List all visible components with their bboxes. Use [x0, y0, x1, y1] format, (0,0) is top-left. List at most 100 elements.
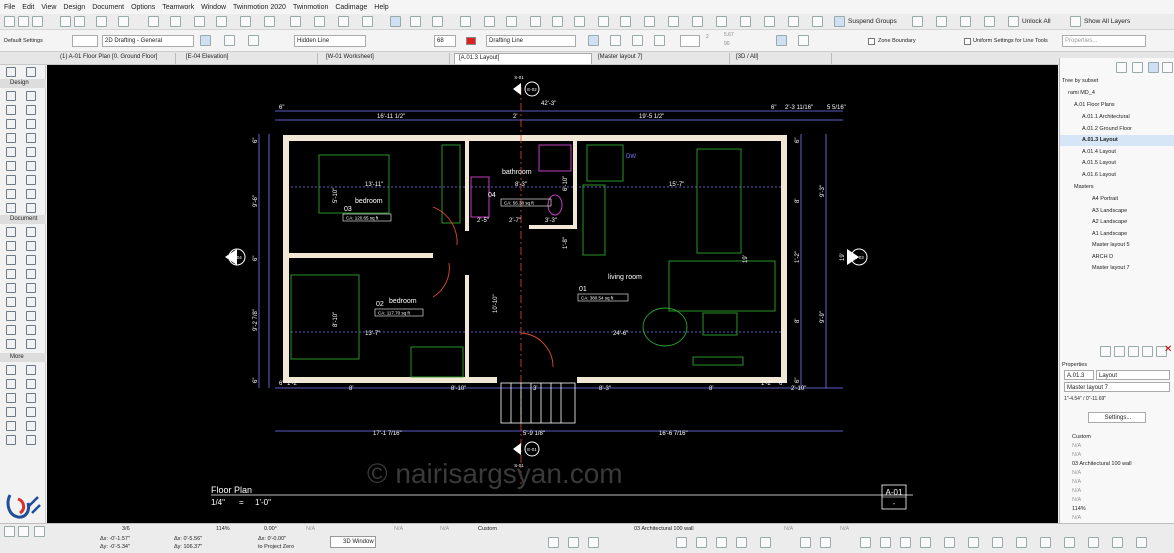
document-tool-icon-9[interactable]: [26, 283, 36, 293]
tree-master-1[interactable]: A3 Landscape: [1060, 206, 1174, 217]
status-tool-icon-0[interactable]: [548, 537, 559, 548]
more-tool-icon-4[interactable]: [6, 393, 16, 403]
tree-project[interactable]: rami MD_4: [1060, 88, 1174, 99]
layer-icon[interactable]: [170, 16, 181, 27]
folder-icon[interactable]: [1132, 62, 1143, 73]
document-tool-icon-17[interactable]: [26, 339, 36, 349]
show-all-layers-button[interactable]: Show All Layers: [1084, 18, 1130, 25]
more-tool-icon-3[interactable]: [26, 379, 36, 389]
tree-masters[interactable]: Masters: [1060, 182, 1174, 193]
status-tool-icon-3[interactable]: [676, 537, 687, 548]
design-tool-icon-13[interactable]: [26, 175, 36, 185]
tree-master-2[interactable]: A2 Landscape: [1060, 217, 1174, 228]
align-icon[interactable]: [460, 16, 471, 27]
tree-layout-1[interactable]: A.01.2 Ground Floor: [1060, 124, 1174, 135]
menu-item-10[interactable]: Cadimage: [335, 4, 367, 11]
design-tool-icon-10[interactable]: [6, 161, 16, 171]
slab-icon[interactable]: [788, 16, 799, 27]
offset-icon[interactable]: [314, 16, 325, 27]
status-tool-icon-17[interactable]: [1016, 537, 1027, 548]
design-tool-icon-0[interactable]: [6, 91, 16, 101]
more-tool-icon-7[interactable]: [26, 407, 36, 417]
design-tool-icon-8[interactable]: [6, 147, 16, 157]
document-tool-icon-4[interactable]: [6, 255, 16, 265]
design-tool-icon-12[interactable]: [6, 175, 16, 185]
design-tool-icon-16[interactable]: [6, 203, 16, 213]
beam-icon[interactable]: [764, 16, 775, 27]
status-tool-icon-22[interactable]: [1136, 537, 1147, 548]
layer-combo-icon[interactable]: [644, 16, 655, 27]
status-tool-icon-18[interactable]: [1040, 537, 1051, 548]
wall-icon[interactable]: [716, 16, 727, 27]
more-tool-icon-0[interactable]: [6, 365, 16, 375]
tree-master-4[interactable]: Master layout 5: [1060, 240, 1174, 251]
status-tool-icon-1[interactable]: [568, 537, 579, 548]
sun-icon[interactable]: [620, 16, 631, 27]
menu-item-5[interactable]: Options: [131, 4, 155, 11]
pen-color-swatch[interactable]: [466, 37, 476, 45]
lock-icon[interactable]: [984, 16, 995, 27]
design-tool-icon-6[interactable]: [6, 133, 16, 143]
master-select[interactable]: Master layout 7: [1064, 382, 1170, 392]
new-layout-icon[interactable]: [1100, 346, 1111, 357]
single-line-icon[interactable]: [588, 35, 599, 46]
hide-icon[interactable]: [960, 16, 971, 27]
zone-boundary-checkbox[interactable]: [868, 38, 875, 45]
status-tool-icon-15[interactable]: [968, 537, 979, 548]
status-tool-icon-8[interactable]: [800, 537, 811, 548]
tree-layout-5[interactable]: A.01.6 Layout: [1060, 170, 1174, 181]
layers-icon[interactable]: [1070, 16, 1081, 27]
marquee-tool-icon[interactable]: [26, 67, 36, 77]
menu-item-8[interactable]: Twinmotion 2020: [233, 4, 286, 11]
more-tool-icon-6[interactable]: [6, 407, 16, 417]
publisher-icon[interactable]: [1162, 62, 1173, 73]
line-category-select[interactable]: Drafting Line: [486, 35, 576, 47]
mirror-icon[interactable]: [338, 16, 349, 27]
settings-button[interactable]: Settings...: [1088, 412, 1146, 423]
status-tool-icon-6[interactable]: [736, 537, 747, 548]
tree-layout-3[interactable]: A.01.4 Layout: [1060, 147, 1174, 158]
document-tool-icon-3[interactable]: [26, 241, 36, 251]
document-tool-icon-11[interactable]: [26, 297, 36, 307]
rotate-icon[interactable]: [362, 16, 373, 27]
document-tool-icon-0[interactable]: [6, 227, 16, 237]
menu-item-7[interactable]: Window: [201, 4, 226, 11]
pick-up-icon[interactable]: [32, 16, 43, 27]
tree-master-3[interactable]: A1 Landscape: [1060, 229, 1174, 240]
menu-item-4[interactable]: Document: [92, 4, 124, 11]
tab-master-layout[interactable]: [Master layout 7]: [594, 53, 730, 64]
more-tool-icon-11[interactable]: [26, 435, 36, 445]
more-tool-icon-9[interactable]: [26, 421, 36, 431]
design-tool-icon-14[interactable]: [6, 189, 16, 199]
document-tool-icon-5[interactable]: [26, 255, 36, 265]
duplicate-icon[interactable]: [1142, 346, 1153, 357]
suspend-groups-icon[interactable]: [834, 16, 845, 27]
find-icon[interactable]: [530, 16, 541, 27]
tab-layout[interactable]: [A.01.3 Layout]: [454, 53, 592, 64]
document-tool-icon-8[interactable]: [6, 283, 16, 293]
tree-layout-2[interactable]: A.01.3 Layout: [1060, 135, 1174, 146]
view-3d-icon[interactable]: [552, 16, 563, 27]
menu-item-11[interactable]: Help: [374, 4, 388, 11]
status-tool-icon-13[interactable]: [920, 537, 931, 548]
zoom-level[interactable]: 114%: [216, 526, 230, 532]
document-tool-icon-16[interactable]: [6, 339, 16, 349]
pen-icon[interactable]: [96, 16, 107, 27]
rect-geometry-icon[interactable]: [224, 35, 235, 46]
marquee-3d-icon[interactable]: [668, 16, 679, 27]
morph-icon[interactable]: [692, 16, 703, 27]
home-icon[interactable]: [1116, 62, 1127, 73]
status-tool-icon-10[interactable]: [860, 537, 871, 548]
group-icon[interactable]: [812, 16, 823, 27]
arc-geometry-icon[interactable]: [200, 35, 211, 46]
intersection-icon[interactable]: [798, 35, 809, 46]
hammer-icon[interactable]: [194, 16, 205, 27]
undo-icon[interactable]: [60, 16, 71, 27]
design-tool-icon-9[interactable]: [26, 147, 36, 157]
tab-3d[interactable]: [3D / All]: [732, 53, 832, 64]
teamwork-icon[interactable]: [506, 16, 517, 27]
design-tool-icon-7[interactable]: [26, 133, 36, 143]
menu-item-2[interactable]: View: [41, 4, 56, 11]
menu-item-9[interactable]: Twinmotion: [293, 4, 328, 11]
document-tool-icon-7[interactable]: [26, 269, 36, 279]
